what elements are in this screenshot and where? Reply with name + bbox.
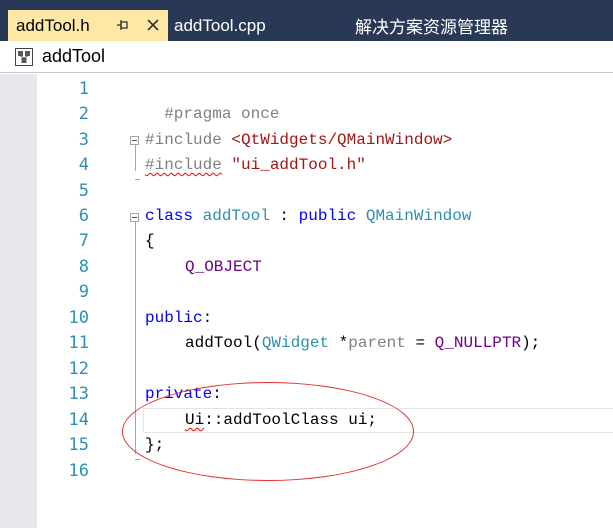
code-line-10[interactable]: public: [145,306,212,331]
line-number: 4 [78,155,89,175]
line-number: 5 [78,181,89,201]
tab-addtool-h[interactable]: addTool.h [8,10,168,41]
collapse-region-button[interactable] [130,213,139,222]
brace: }; [145,436,165,454]
navbar-class-label: addTool [42,46,106,66]
member-navigation-bar[interactable]: addTool [0,41,613,73]
line-number: 9 [78,282,89,302]
class-name: addTool [193,207,270,225]
member-declaration: ::addToolClass ui; [204,411,378,429]
preprocessor-directive: #pragma once [164,105,280,123]
code-line-15[interactable]: }; [145,433,164,458]
line-number: 14 [68,410,89,430]
base-class-name: QMainWindow [356,207,472,225]
preprocessor-directive-error: #include [145,156,222,174]
punctuation: ); [521,334,541,352]
code-line-6[interactable]: class addTool : public QMainWindow [145,204,471,229]
line-number: 12 [68,359,89,379]
macro: Q_OBJECT [185,258,262,276]
function-name: addTool( [185,334,262,352]
selection-margin[interactable] [0,74,37,528]
code-line-1[interactable]: #pragma once [145,77,279,123]
tab-addtool-cpp[interactable]: addTool.cpp [172,10,266,41]
macro: Q_NULLPTR [434,334,522,352]
line-number: 15 [68,435,89,455]
code-line-11[interactable]: addTool(QWidget *parent = Q_NULLPTR); [185,331,540,356]
code-line-8[interactable]: Q_OBJECT [185,255,262,280]
punctuation: : [269,207,299,225]
preprocessor-directive: #include [145,131,232,149]
document-tab-strip: addTool.h addTool.cpp 解决方案资源管理器 [0,0,613,41]
outline-guide-end [135,459,140,460]
punctuation: : [202,309,213,327]
line-number: 13 [68,384,89,404]
code-line-4[interactable]: #include "ui_addTool.h" [145,153,366,178]
line-number: 11 [68,333,89,353]
access-specifier: private [145,385,213,403]
punctuation: * [329,334,349,352]
line-number: 2 [78,104,89,124]
collapse-region-button[interactable] [130,136,139,145]
line-number: 7 [78,231,89,251]
include-path: <QtWidgets/QMainWindow> [231,131,453,149]
keyword: public [298,207,357,225]
line-number: 3 [78,130,89,150]
type-name: QWidget [261,334,330,352]
code-line-3[interactable]: #include <QtWidgets/QMainWindow> [145,128,452,153]
code-line-7[interactable]: { [145,229,155,254]
punctuation: = [405,334,435,352]
include-path: "ui_addTool.h" [231,156,366,174]
tab-solution-explorer[interactable]: 解决方案资源管理器 [355,10,508,41]
outline-guide [135,218,136,454]
class-icon [15,48,33,66]
close-icon[interactable] [145,17,161,33]
code-line-13[interactable]: private: [145,382,222,407]
tab-label: 解决方案资源管理器 [355,18,508,37]
tab-label: addTool.cpp [174,15,266,35]
code-line-14[interactable]: Ui::addToolClass ui; [185,408,377,433]
parameter-name: parent [348,334,406,352]
line-number: 8 [78,257,89,277]
line-number: 10 [68,308,89,328]
outline-guide [135,141,136,171]
line-number: 1 [78,79,89,99]
brace: { [145,232,155,250]
keyword: class [145,207,194,225]
pin-icon[interactable] [116,18,130,32]
tab-label: addTool.h [16,15,90,35]
line-number: 6 [78,206,89,226]
line-number: 16 [68,461,89,481]
namespace-error: Ui [185,411,205,429]
access-specifier: public [145,309,203,327]
outline-guide-end [135,179,140,180]
punctuation: : [212,385,222,403]
